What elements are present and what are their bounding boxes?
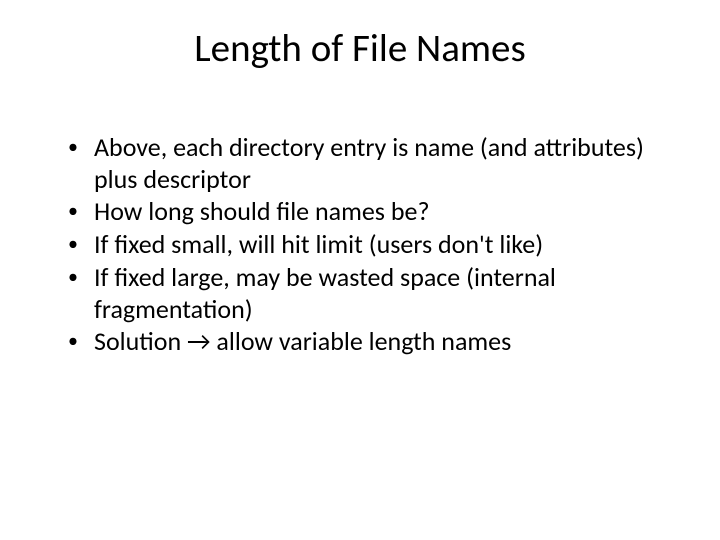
bullet-marker-icon: • — [68, 326, 94, 353]
slide-content: • Above, each directory entry is name (a… — [50, 132, 670, 358]
bullet-marker-icon: • — [68, 229, 94, 256]
slide-title: Length of File Names — [50, 25, 670, 72]
bullet-marker-icon: • — [68, 262, 94, 289]
bullet-item: • How long should file names be? — [68, 196, 670, 228]
bullet-marker-icon: • — [68, 196, 94, 223]
bullet-text: How long should file names be? — [94, 196, 670, 228]
bullet-marker-icon: • — [68, 132, 94, 159]
bullet-item: • If fixed small, will hit limit (users … — [68, 229, 670, 261]
bullet-item: • If fixed large, may be wasted space (i… — [68, 262, 670, 325]
bullet-text: If fixed small, will hit limit (users do… — [94, 229, 670, 261]
slide-container: Length of File Names • Above, each direc… — [0, 0, 720, 540]
bullet-text: Above, each directory entry is name (and… — [94, 132, 670, 195]
bullet-item: • Solution → allow variable length names — [68, 326, 670, 358]
bullet-text: If fixed large, may be wasted space (int… — [94, 262, 670, 325]
bullet-text: Solution → allow variable length names — [94, 326, 670, 358]
bullet-item: • Above, each directory entry is name (a… — [68, 132, 670, 195]
